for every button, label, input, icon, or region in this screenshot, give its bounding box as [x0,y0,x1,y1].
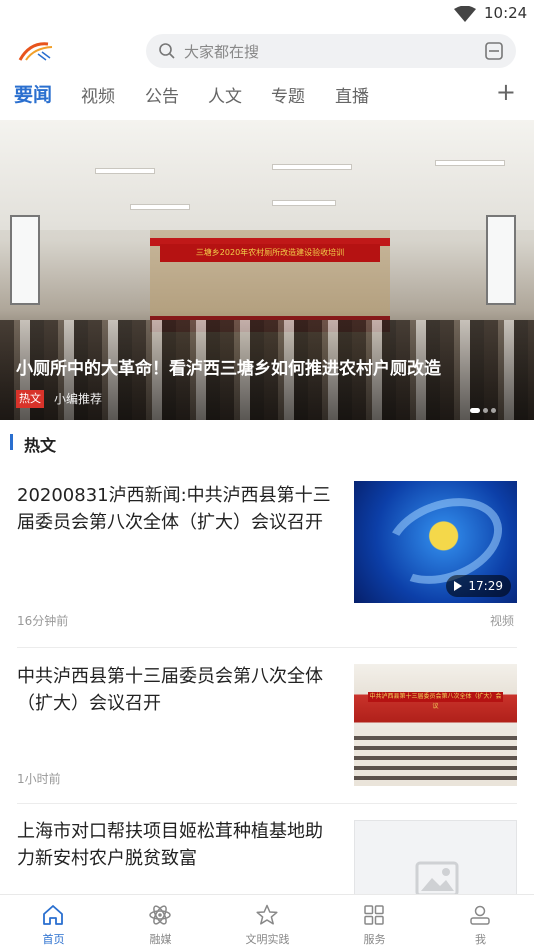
wifi-icon [454,6,476,22]
banner-pagination [470,398,499,417]
news-item[interactable]: 上海市对口帮扶项目姬松茸种植基地助力新安村农户脱贫致富 [0,818,534,894]
news-thumbnail-video[interactable]: 17:29 [354,481,517,603]
news-title[interactable]: 中共泸西县第十三届委员会第八次全体（扩大）会议召开 [17,663,337,717]
news-item[interactable]: 20200831泸西新闻:中共泸西县第十三届委员会第八次全体（扩大）会议召开 1… [0,480,534,650]
banner-photo-light [435,160,505,166]
news-time: 16分钟前 [17,614,69,628]
divider [17,647,517,648]
bottom-navigation: 首页 融媒 文明实践 服务 我 [0,894,534,949]
banner-tag-badge: 热文 [16,390,44,408]
banner-photo-light [95,168,155,174]
news-type-label: 视频 [489,614,514,628]
tab-video[interactable]: 视频 [81,82,115,107]
search-icon [159,43,175,59]
banner-dot-active [470,408,480,413]
category-tabs: 要闻 视频 公告 人文 专题 直播 + [0,76,534,116]
nav-home[interactable]: 首页 [0,895,107,949]
banner-title[interactable]: 小厕所中的大革命！看泸西三塘乡如何推进农村户厕改造 [16,354,526,379]
nav-media[interactable]: 融媒 [107,895,214,949]
play-icon [454,581,463,591]
nav-civilization-practice[interactable]: 文明实践 [214,895,321,949]
video-duration: 17:29 [468,579,503,593]
search-bar[interactable]: 大家都在搜 [146,34,516,68]
add-channel-button[interactable]: + [496,78,516,106]
banner-dot [491,408,496,413]
nav-label: 我 [475,933,486,946]
nav-services[interactable]: 服务 [321,895,428,949]
banner-photo-light [272,164,352,170]
banner-photo-light [272,200,336,206]
nav-me[interactable]: 我 [427,895,534,949]
nav-label: 文明实践 [245,933,290,946]
banner-carousel[interactable]: 三塘乡2020年农村厕所改造建设验收培训 小厕所中的大革命！看泸西三塘乡如何推进… [0,120,534,420]
banner-photo-stage-text: 三塘乡2020年农村厕所改造建设验收培训 [160,244,380,262]
thumbnail-audience [354,730,517,786]
nav-label: 融媒 [149,933,172,946]
banner-photo-ceiling [0,120,534,230]
nav-label: 首页 [42,933,65,946]
banner-source: 小编推荐 [54,392,103,406]
banner-photo-window [10,215,40,305]
grid-icon [364,905,384,925]
star-icon [256,904,278,925]
home-icon [43,905,63,925]
app-logo[interactable] [16,38,56,64]
news-thumbnail-image[interactable]: 中共泸西县第十三届委员会第八次全体（扩大）会议 [354,664,517,786]
news-title[interactable]: 上海市对口帮扶项目姬松茸种植基地助力新安村农户脱贫致富 [17,818,337,872]
news-thumbnail-placeholder[interactable] [354,820,517,894]
news-item[interactable]: 中共泸西县第十三届委员会第八次全体（扩大）会议召开 中共泸西县第十三届委员会第八… [0,663,534,803]
section-header: 热文 [0,430,534,456]
video-duration-badge: 17:29 [446,575,511,597]
tab-yaowen[interactable]: 要闻 [14,80,52,107]
news-time: 1小时前 [17,772,61,786]
nav-label: 服务 [363,933,386,946]
tab-live[interactable]: 直播 [335,82,369,107]
status-time: 10:24 [484,4,528,22]
divider [17,803,517,804]
section-accent-bar [10,434,13,450]
banner-dot [483,408,488,413]
user-icon [470,905,490,925]
status-bar: 10:24 [0,0,534,28]
search-placeholder: 大家都在搜 [184,43,260,61]
section-title: 热文 [24,436,57,455]
scan-icon[interactable] [484,41,504,61]
news-title[interactable]: 20200831泸西新闻:中共泸西县第十三届委员会第八次全体（扩大）会议召开 [17,482,337,536]
thumbnail-banner-text: 中共泸西县第十三届委员会第八次全体（扩大）会议 [368,692,503,710]
top-bar: 大家都在搜 [0,28,534,74]
tab-special[interactable]: 专题 [271,82,305,107]
tab-notice[interactable]: 公告 [145,82,179,107]
atom-icon [149,905,171,925]
tab-culture[interactable]: 人文 [208,82,242,107]
image-placeholder-icon [415,861,459,894]
banner-photo-window [486,215,516,305]
banner-photo-light [130,204,190,210]
